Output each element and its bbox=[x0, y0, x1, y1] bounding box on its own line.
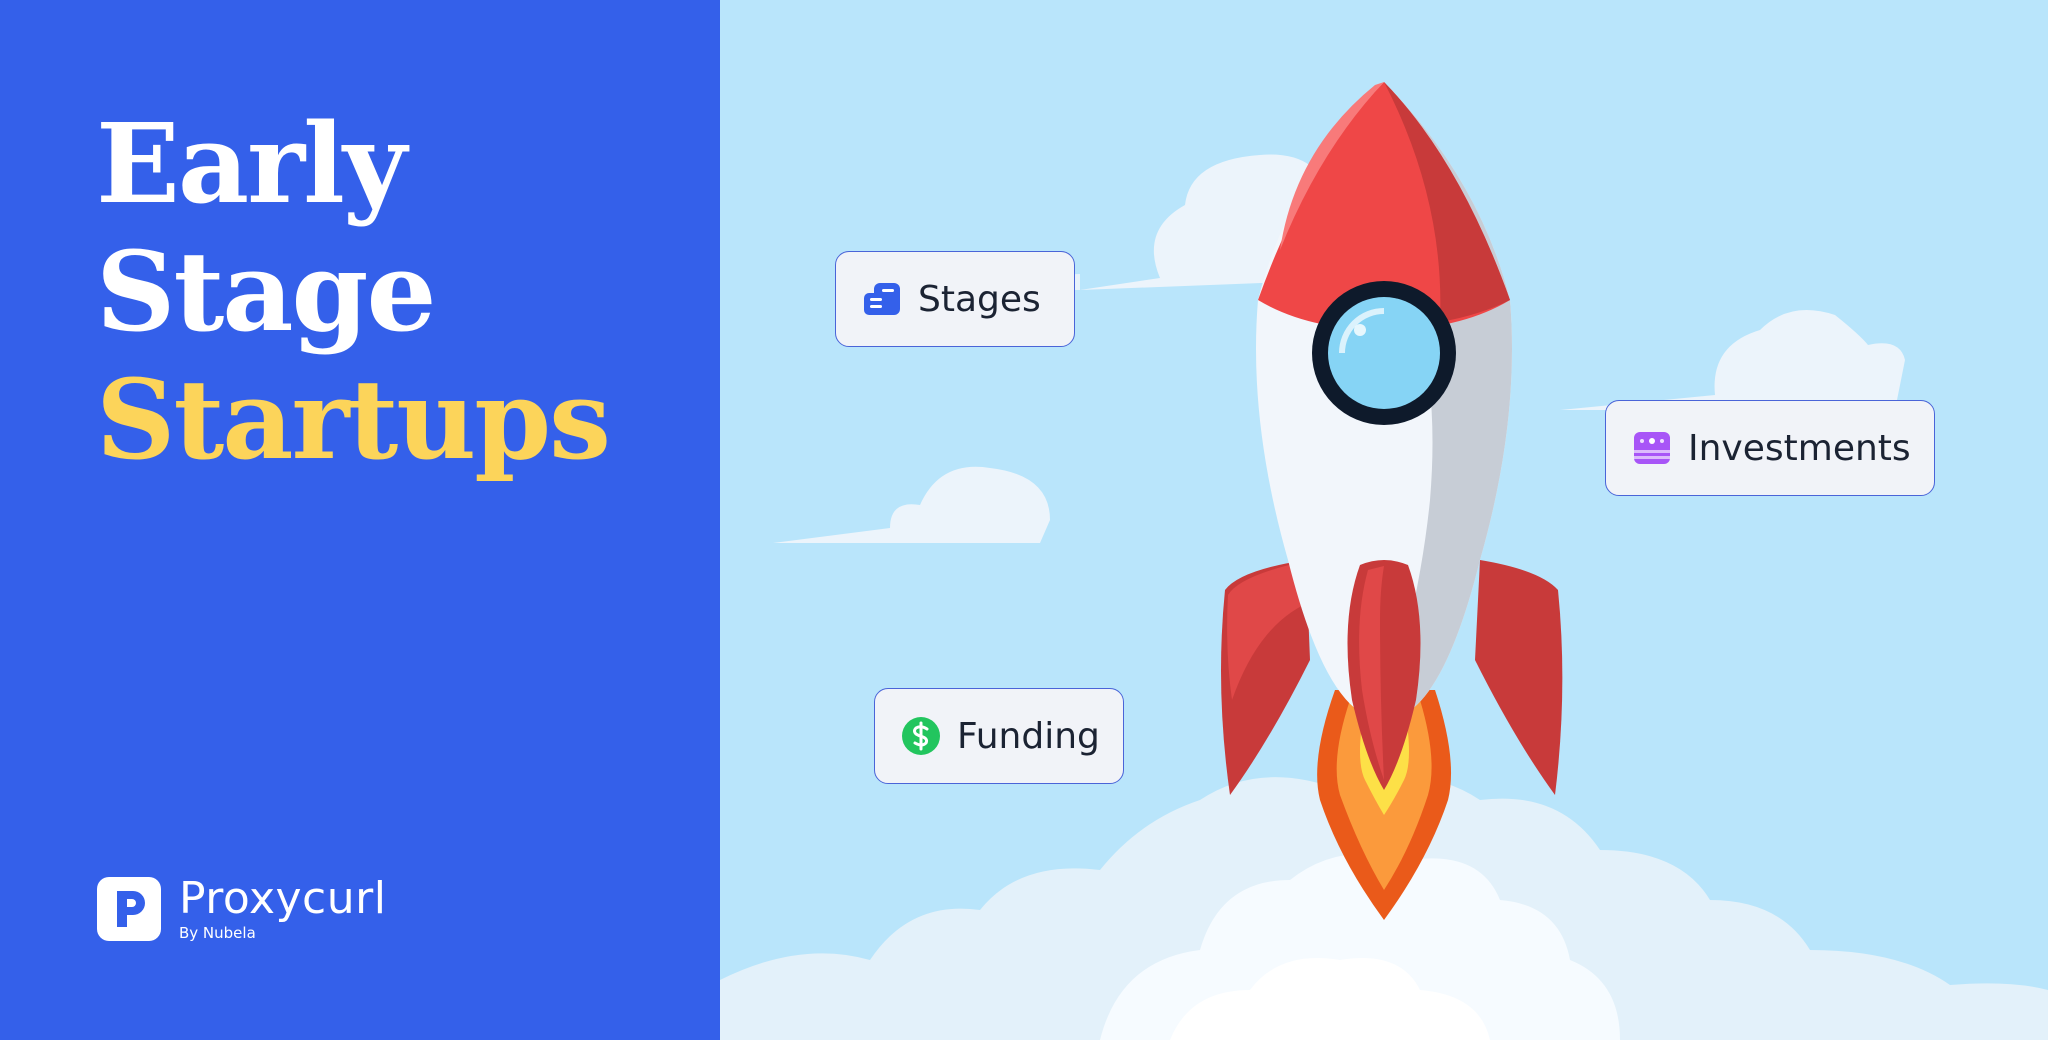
brand-logo: Proxycurl By Nubela bbox=[97, 876, 386, 942]
rocket-porthole bbox=[1312, 281, 1456, 425]
title-line-early: Early bbox=[96, 99, 407, 228]
illustration-scene: Stages Investments Funding bbox=[720, 0, 2048, 1040]
tag-investments-label: Investments bbox=[1688, 427, 1911, 469]
title-line-stage: Stage bbox=[96, 227, 436, 356]
tag-funding: Funding bbox=[874, 688, 1124, 784]
brand-text: Proxycurl By Nubela bbox=[179, 873, 387, 943]
brand-tagline: By Nubela bbox=[179, 924, 256, 942]
tag-stages-label: Stages bbox=[918, 278, 1041, 320]
page-title: Early Stage Startups bbox=[96, 99, 611, 484]
dollar-icon bbox=[902, 717, 940, 755]
investments-card-icon bbox=[1634, 432, 1670, 464]
tag-stages: Stages bbox=[835, 251, 1075, 347]
brand-name: Proxycurl bbox=[179, 873, 387, 924]
stages-list-icon bbox=[864, 283, 900, 315]
rocket-illustration bbox=[720, 82, 2048, 1040]
tag-investments: Investments bbox=[1605, 400, 1935, 496]
proxycurl-logo-icon bbox=[97, 877, 161, 941]
left-panel: Early Stage Startups Proxycurl By Nubela bbox=[0, 0, 720, 1040]
tag-funding-label: Funding bbox=[957, 715, 1100, 757]
title-line-startups: Startups bbox=[96, 355, 611, 484]
